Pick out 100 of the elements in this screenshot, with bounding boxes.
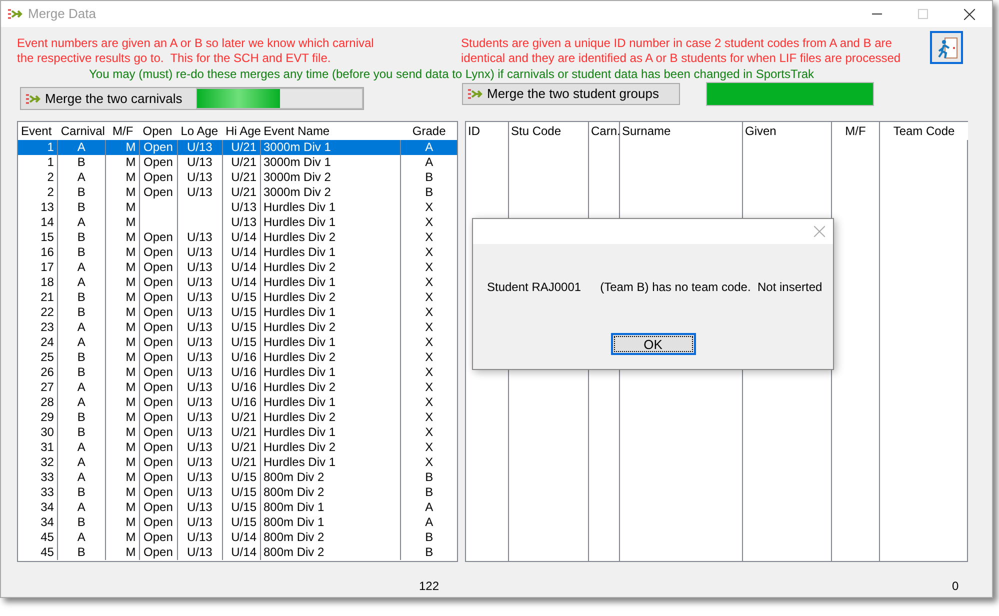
table-cell: Hurdles Div 1 [264,305,336,319]
table-cell: M [126,530,136,544]
table-cell: M [126,320,136,334]
table-row[interactable]: 2 B M Open U/13 U/21 3000m Div 2 B [18,185,457,200]
table-cell: 33 [40,485,54,499]
table-cell: Hurdles Div 1 [264,200,336,214]
table-row[interactable]: 17 A M Open U/13 U/14 Hurdles Div 2 X [18,260,457,275]
table-cell: X [425,365,434,379]
table-cell: U/13 [186,350,212,364]
table-cell: 800m Div 2 [264,530,324,544]
table-cell: U/21 [231,185,256,199]
table-row[interactable]: 13 B M U/13 Hurdles Div 1 X [18,200,457,215]
table-row[interactable]: 23 A M Open U/13 U/15 Hurdles Div 2 X [18,320,457,335]
table-row[interactable]: 16 B M Open U/13 U/14 Hurdles Div 1 X [18,245,457,260]
table-cell: M [126,455,136,469]
table-cell: U/14 [231,545,256,559]
table-row[interactable]: 31 A M Open U/13 U/21 Hurdles Div 2 X [18,440,457,455]
merge-arrow-icon [25,92,41,104]
table-cell: X [425,440,434,454]
table-cell: U/13 [186,365,212,379]
table-row[interactable]: 1 B M Open U/13 U/21 3000m Div 1 A [18,155,457,170]
table-cell: X [425,305,434,319]
table-row[interactable]: 25 B M Open U/13 U/16 Hurdles Div 2 X [18,350,457,365]
table-row[interactable]: 22 B M Open U/13 U/15 Hurdles Div 1 X [18,305,457,320]
table-cell: U/13 [186,470,212,484]
table-cell: Hurdles Div 2 [264,320,336,334]
table-row[interactable]: 33 B M Open U/13 U/15 800m Div 2 B [18,485,457,500]
column-header[interactable]: M/F [106,122,140,140]
table-cell: 800m Div 1 [264,500,324,514]
column-header[interactable]: Carnival [58,122,106,140]
table-cell: X [425,230,434,244]
table-cell: A [77,320,86,334]
table-cell: U/21 [231,170,256,184]
table-cell: Hurdles Div 2 [264,380,336,394]
table-row[interactable]: 32 A M Open U/13 U/21 Hurdles Div 1 X [18,455,457,470]
students-note: Students are given a unique ID number in case 2 student codes from A and B are identical and they are identified as A or B students for when LIF files are processed [461,36,902,66]
table-cell: M [126,440,136,454]
dialog-message: (Team B) has no team code. Not inserted [600,279,822,296]
table-cell: B [77,185,86,199]
table-cell: Open [144,275,173,289]
table-row[interactable]: 33 A M Open U/13 U/15 800m Div 2 B [18,470,457,485]
table-cell: U/13 [186,185,212,199]
column-header[interactable]: Grade [401,122,457,140]
table-row[interactable]: 2 A M Open U/13 U/21 3000m Div 2 B [18,170,457,185]
table-cell: M [126,230,136,244]
column-header[interactable]: Hi Age [222,122,261,140]
table-cell: M [126,185,136,199]
table-row[interactable]: 26 B M Open U/13 U/16 Hurdles Div 1 X [18,365,457,380]
table-row[interactable]: 30 B M Open U/13 U/21 Hurdles Div 1 X [18,425,457,440]
table-cell: A [77,140,86,154]
table-row[interactable]: 45 B M Open U/13 U/14 800m Div 2 B [18,545,457,560]
table-cell: B [425,545,434,559]
table-cell: A [77,275,86,289]
table-row[interactable]: 28 A M Open U/13 U/16 Hurdles Div 1 X [18,395,457,410]
table-cell: 34 [40,500,54,514]
table-cell: M [126,140,136,154]
table-row[interactable]: 15 B M Open U/13 U/14 Hurdles Div 2 X [18,230,457,245]
table-cell: X [425,275,434,289]
table-cell: M [126,485,136,499]
table-cell: U/15 [231,500,256,514]
ok-button[interactable]: OK [610,333,696,355]
table-cell: B [425,185,434,199]
table-cell: M [126,260,136,274]
table-row[interactable]: 18 A M Open U/13 U/14 Hurdles Div 1 X [18,275,457,290]
column-header[interactable]: Event Name [260,122,402,140]
table-row[interactable]: 27 A M Open U/13 U/16 Hurdles Div 2 X [18,380,457,395]
table-cell: Open [144,500,173,514]
column-header[interactable]: Lo Age [178,122,223,140]
column-header[interactable]: Open [140,122,178,140]
table-cell: X [425,290,434,304]
table-cell: B [77,305,86,319]
table-cell: 3000m Div 1 [264,140,331,154]
table-row[interactable]: 21 B M Open U/13 U/15 Hurdles Div 2 X [18,290,457,305]
table-row[interactable]: 34 A M Open U/13 U/15 800m Div 1 A [18,500,457,515]
table-cell: U/21 [231,140,256,154]
merge-students-button[interactable]: Merge the two student groups [462,83,680,105]
table-row[interactable]: 24 A M Open U/13 U/15 Hurdles Div 1 X [18,335,457,350]
table-cell: U/13 [186,245,212,259]
table-cell: Hurdles Div 2 [264,440,336,454]
table-row[interactable]: 34 B M Open U/13 U/15 800m Div 1 A [18,515,457,530]
merge-carnivals-button[interactable]: Merge the two carnivals [21,88,196,109]
table-cell: U/15 [231,305,256,319]
table-cell: U/13 [186,515,212,529]
table-cell: B [425,485,434,499]
table-cell: 800m Div 1 [264,515,324,529]
table-cell: U/13 [231,215,256,229]
table-row[interactable]: 1 A M Open U/13 U/21 3000m Div 1 A [18,140,457,155]
table-cell: A [77,470,86,484]
table-row[interactable]: 45 A M Open U/13 U/14 800m Div 2 B [18,530,457,545]
table-cell: M [126,275,136,289]
column-header[interactable]: Event [18,122,58,140]
table-cell: Open [144,230,173,244]
table-row[interactable]: 14 A M U/13 Hurdles Div 1 X [18,215,457,230]
table-cell: Hurdles Div 1 [264,275,336,289]
table-cell: Hurdles Div 1 [264,245,336,259]
table-cell: Open [144,305,173,319]
table-row[interactable]: 29 B M Open U/13 U/21 Hurdles Div 2 X [18,410,457,425]
exit-button[interactable] [930,31,963,64]
table-cell: U/21 [231,410,256,424]
table-cell: Open [144,290,173,304]
